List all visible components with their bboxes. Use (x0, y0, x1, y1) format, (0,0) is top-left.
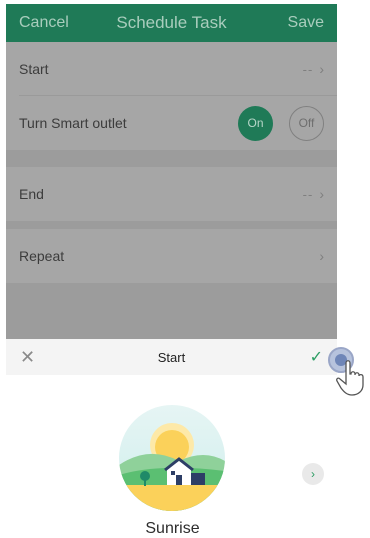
row-repeat-label: Repeat (19, 248, 65, 264)
save-button[interactable]: Save (288, 14, 324, 32)
chevron-right-icon: › (319, 186, 324, 202)
close-icon[interactable]: ✕ (20, 347, 35, 368)
group-start-outlet: Start -- › Turn Smart outlet On Off (6, 42, 337, 150)
row-end-label: End (19, 186, 44, 202)
on-button[interactable]: On (238, 105, 273, 141)
row-start-value: -- (302, 61, 314, 77)
off-button[interactable]: Off (289, 105, 324, 141)
picker-title: Start (157, 349, 186, 365)
group-repeat: Repeat › (6, 229, 337, 283)
cancel-button[interactable]: Cancel (19, 14, 69, 32)
row-outlet-label: Turn Smart outlet (19, 115, 127, 131)
row-end-value: -- (302, 186, 314, 202)
pointer-hand-icon (336, 360, 364, 396)
row-turn-outlet: Turn Smart outlet On Off (6, 96, 337, 150)
check-icon[interactable]: ✓ (310, 347, 323, 367)
row-repeat[interactable]: Repeat › (6, 229, 337, 283)
chevron-right-icon: › (319, 248, 324, 264)
sunrise-illustration[interactable] (119, 405, 225, 511)
settings-list: Start -- › Turn Smart outlet On Off End … (6, 42, 337, 339)
row-start[interactable]: Start -- › (6, 42, 337, 96)
chevron-right-icon: › (319, 61, 324, 77)
nav-bar: Cancel Schedule Task Save (6, 4, 337, 42)
row-end[interactable]: End -- › (6, 167, 337, 221)
group-end: End -- › (6, 167, 337, 221)
schedule-task-screen: Cancel Schedule Task Save Start -- › Tur… (6, 4, 337, 375)
next-option-button[interactable]: › (302, 463, 324, 485)
picker-header: ✕ Start ✓ (6, 339, 337, 375)
selection-caption: Sunrise (145, 520, 200, 537)
row-start-label: Start (19, 61, 49, 77)
